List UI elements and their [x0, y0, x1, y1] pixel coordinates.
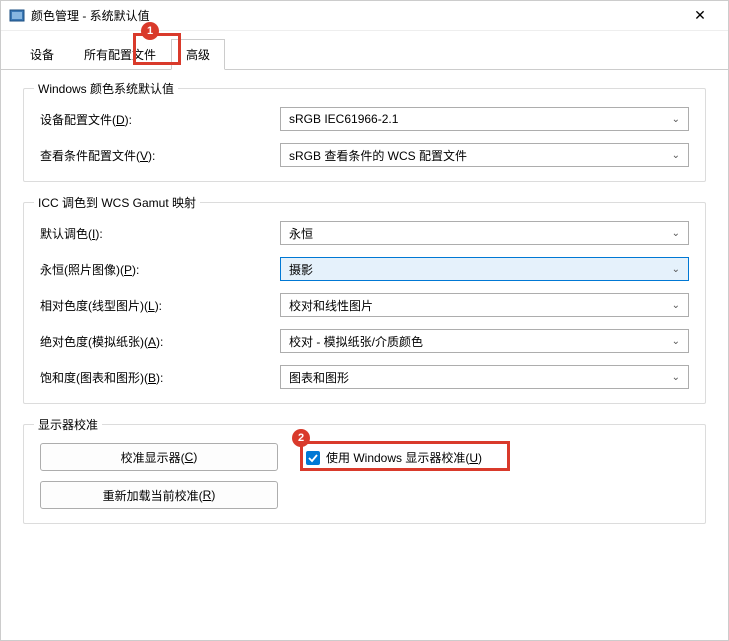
use-windows-calibration-wrapper: 使用 Windows 显示器校准(U) 2 [306, 443, 482, 466]
use-windows-calibration-row: 使用 Windows 显示器校准(U) [306, 449, 482, 466]
row-relative: 相对色度(线型图片)(L): 校对和线性图片 ⌄ [40, 293, 689, 317]
combo-relative[interactable]: 校对和线性图片 ⌄ [280, 293, 689, 317]
row-absolute: 绝对色度(模拟纸张)(A): 校对 - 模拟纸张/介质颜色 ⌄ [40, 329, 689, 353]
calibration-row: 校准显示器(C) 重新加载当前校准(R) 使用 Windows 显示器校准(U) [40, 443, 689, 509]
tab-device[interactable]: 设备 [15, 39, 69, 69]
combo-absolute[interactable]: 校对 - 模拟纸张/介质颜色 ⌄ [280, 329, 689, 353]
tab-panel-advanced: Windows 颜色系统默认值 设备配置文件(D): sRGB IEC61966… [1, 70, 728, 640]
chevron-down-icon: ⌄ [672, 336, 680, 347]
group-title: ICC 调色到 WCS Gamut 映射 [34, 194, 200, 211]
chevron-down-icon: ⌄ [672, 150, 680, 161]
calibrate-display-button[interactable]: 校准显示器(C) [40, 443, 278, 471]
chevron-down-icon: ⌄ [672, 300, 680, 311]
close-icon: ✕ [694, 7, 706, 24]
combo-default-intent[interactable]: 永恒 ⌄ [280, 221, 689, 245]
row-default-intent: 默认调色(I): 永恒 ⌄ [40, 221, 689, 245]
window-title: 颜色管理 - 系统默认值 [31, 7, 680, 24]
checkmark-icon [308, 453, 318, 463]
combo-device-profile[interactable]: sRGB IEC61966-2.1 ⌄ [280, 107, 689, 131]
group-display-calibration: 显示器校准 校准显示器(C) 重新加载当前校准(R) [23, 424, 706, 524]
tab-strip: 设备 所有配置文件 高级 1 [1, 31, 728, 70]
chevron-down-icon: ⌄ [672, 114, 680, 125]
reload-calibration-button[interactable]: 重新加载当前校准(R) [40, 481, 278, 509]
label-saturation: 饱和度(图表和图形)(B): [40, 369, 280, 386]
label-device-profile: 设备配置文件(D): [40, 111, 280, 128]
combo-viewing-profile[interactable]: sRGB 查看条件的 WCS 配置文件 ⌄ [280, 143, 689, 167]
label-perceptual: 永恒(照片图像)(P): [40, 261, 280, 278]
tab-advanced[interactable]: 高级 [171, 39, 225, 70]
use-windows-calibration-label: 使用 Windows 显示器校准(U) [326, 449, 482, 466]
use-windows-calibration-checkbox[interactable] [306, 451, 320, 465]
app-icon [9, 8, 25, 24]
label-relative: 相对色度(线型图片)(L): [40, 297, 280, 314]
label-viewing-profile: 查看条件配置文件(V): [40, 147, 280, 164]
group-title: Windows 颜色系统默认值 [34, 80, 178, 97]
chevron-down-icon: ⌄ [672, 264, 680, 275]
label-default-intent: 默认调色(I): [40, 225, 280, 242]
row-viewing-profile: 查看条件配置文件(V): sRGB 查看条件的 WCS 配置文件 ⌄ [40, 143, 689, 167]
row-device-profile: 设备配置文件(D): sRGB IEC61966-2.1 ⌄ [40, 107, 689, 131]
combo-perceptual[interactable]: 摄影 ⌄ [280, 257, 689, 281]
close-button[interactable]: ✕ [680, 2, 720, 30]
tab-all-profiles[interactable]: 所有配置文件 [69, 39, 171, 69]
group-icc-wcs-gamut: ICC 调色到 WCS Gamut 映射 默认调色(I): 永恒 ⌄ 永恒(照片… [23, 202, 706, 404]
group-windows-color-defaults: Windows 颜色系统默认值 设备配置文件(D): sRGB IEC61966… [23, 88, 706, 182]
chevron-down-icon: ⌄ [672, 228, 680, 239]
annotation-badge-2: 2 [292, 429, 310, 447]
calibration-buttons: 校准显示器(C) 重新加载当前校准(R) [40, 443, 278, 509]
row-perceptual: 永恒(照片图像)(P): 摄影 ⌄ [40, 257, 689, 281]
combo-saturation[interactable]: 图表和图形 ⌄ [280, 365, 689, 389]
label-absolute: 绝对色度(模拟纸张)(A): [40, 333, 280, 350]
group-title: 显示器校准 [34, 416, 102, 433]
titlebar: 颜色管理 - 系统默认值 ✕ [1, 1, 728, 31]
chevron-down-icon: ⌄ [672, 372, 680, 383]
color-management-window: 颜色管理 - 系统默认值 ✕ 设备 所有配置文件 高级 1 Windows 颜色… [0, 0, 729, 641]
row-saturation: 饱和度(图表和图形)(B): 图表和图形 ⌄ [40, 365, 689, 389]
